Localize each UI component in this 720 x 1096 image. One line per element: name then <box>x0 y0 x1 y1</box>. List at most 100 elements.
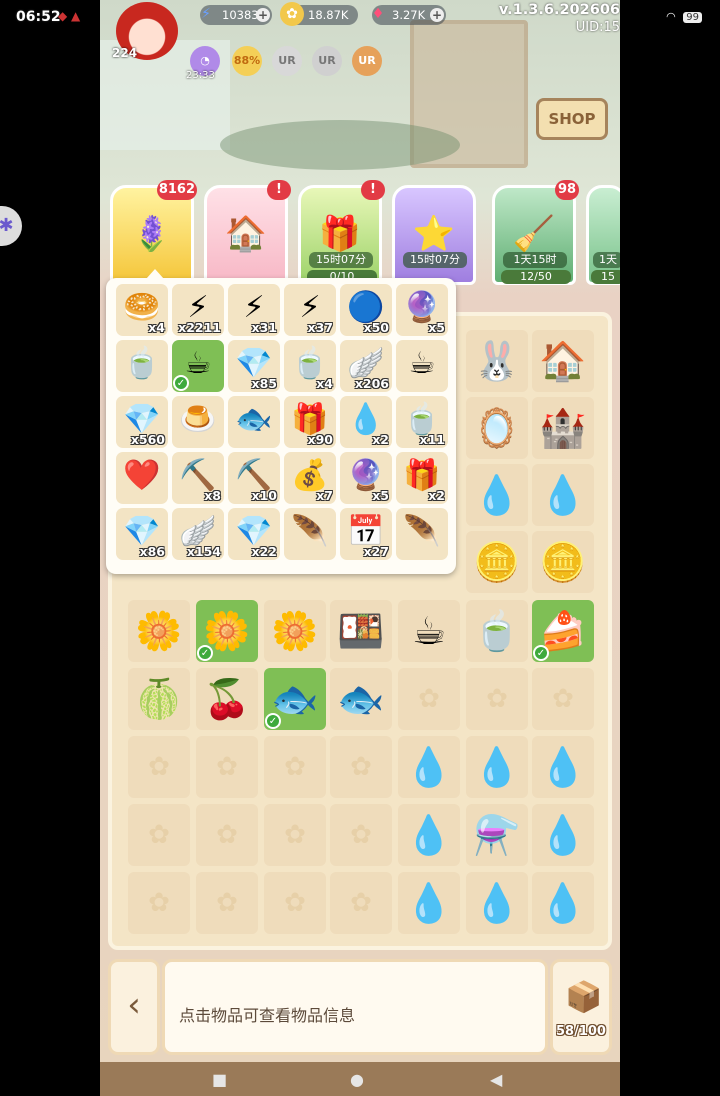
board-cell[interactable]: 🪙 <box>466 531 528 593</box>
storage-item[interactable]: 🎁 x2 <box>396 452 448 504</box>
board-cell[interactable]: 🐟 <box>330 668 392 730</box>
storage-item[interactable]: 🪶 <box>396 508 448 560</box>
board-cell[interactable]: 🍱 <box>330 600 392 662</box>
board-cell[interactable]: ✿ <box>264 872 326 934</box>
board-cell[interactable]: 🏠 <box>532 330 594 392</box>
board-cell[interactable]: 🌼 ✓ <box>196 600 258 662</box>
board-cell[interactable]: ☕ <box>398 600 460 662</box>
storage-item[interactable]: 💧 x2 <box>340 396 392 448</box>
shop-button[interactable]: SHOP <box>536 98 608 140</box>
board-cell[interactable]: 🍈 <box>128 668 190 730</box>
storage-item[interactable]: 📅 x27 <box>340 508 392 560</box>
board-cell[interactable]: 💧 <box>532 464 594 526</box>
flower-placeholder-icon: ✿ <box>216 888 238 918</box>
board-cell[interactable]: 💧 <box>398 804 460 866</box>
board-cell[interactable]: 🏰 <box>532 397 594 459</box>
board-cell[interactable]: 💧 <box>398 736 460 798</box>
back-button[interactable]: ‹ <box>108 959 160 1055</box>
recents-icon[interactable]: ■ <box>212 1070 227 1089</box>
storage-item[interactable]: 🪽 x154 <box>172 508 224 560</box>
ur-medal-icon[interactable]: UR <box>312 46 342 76</box>
board-cell[interactable]: ✿ <box>196 872 258 934</box>
storage-item[interactable]: 💎 x86 <box>116 508 168 560</box>
storage-item[interactable]: 🎁 x90 <box>284 396 336 448</box>
storage-item[interactable]: ☕ <box>396 340 448 392</box>
board-cell[interactable]: 🌼 <box>128 600 190 662</box>
storage-item[interactable]: 🪽 x206 <box>340 340 392 392</box>
board-cell[interactable]: ✿ <box>532 668 594 730</box>
storage-item[interactable]: 🔮 x5 <box>340 452 392 504</box>
board-cell[interactable]: ✿ <box>128 872 190 934</box>
board-cell[interactable]: 🌼 <box>264 600 326 662</box>
board-cell[interactable]: ✿ <box>128 736 190 798</box>
board-cell[interactable]: 🐟 ✓ <box>264 668 326 730</box>
storage-item[interactable]: 🐟 <box>228 396 280 448</box>
home-icon[interactable]: ● <box>350 1070 364 1089</box>
board-cell[interactable]: ✿ <box>264 736 326 798</box>
storage-item[interactable]: 🍵 x11 <box>396 396 448 448</box>
storage-item-count: x2 <box>428 488 445 503</box>
shovel-icon: 🧹 <box>512 214 556 254</box>
storage-item[interactable]: 💎 x22 <box>228 508 280 560</box>
back-icon[interactable]: ◀ <box>490 1070 502 1089</box>
board-cell[interactable]: 💧 <box>532 872 594 934</box>
storage-item[interactable]: 🍵 <box>116 340 168 392</box>
card-badge: 8162 <box>156 180 197 200</box>
storage-item[interactable]: 🍵 x4 <box>284 340 336 392</box>
storage-item[interactable]: ⚡ x37 <box>284 284 336 336</box>
storage-item[interactable]: 🔮 x5 <box>396 284 448 336</box>
board-cell[interactable]: 🐰 <box>466 330 528 392</box>
board-cell[interactable]: ✿ <box>128 804 190 866</box>
board-cell[interactable]: 💧 <box>466 464 528 526</box>
board-cell[interactable]: 💧 <box>532 736 594 798</box>
storage-item[interactable]: ⚡ x31 <box>228 284 280 336</box>
board-cell[interactable]: 🍰 ✓ <box>532 600 594 662</box>
storage-item-count: x85 <box>251 376 277 391</box>
board-cell[interactable]: 🍒 <box>196 668 258 730</box>
system-nav-bar: ■ ● ◀ <box>100 1062 620 1096</box>
board-cell[interactable]: 💧 <box>398 872 460 934</box>
event-card-house[interactable]: 🏠 ! <box>204 180 291 285</box>
storage-item[interactable]: ⛏️ x8 <box>172 452 224 504</box>
event-card-shovel[interactable]: 🧹 98 1天15时 12/50 <box>492 180 579 285</box>
board-cell[interactable]: 💧 <box>466 736 528 798</box>
board-cell[interactable]: ✿ <box>330 736 392 798</box>
board-cell[interactable]: ✿ <box>330 804 392 866</box>
storage-item[interactable]: ⚡ x2211 <box>172 284 224 336</box>
board-cell[interactable]: ✿ <box>330 872 392 934</box>
board-cell[interactable]: 💧 <box>466 872 528 934</box>
board-cell[interactable]: ✿ <box>466 668 528 730</box>
card-badge: ! <box>361 180 385 200</box>
card-progress: 15 <box>591 270 620 284</box>
board-cell[interactable]: ✿ <box>196 736 258 798</box>
event-card-partial[interactable]: 1天 15 <box>586 185 620 285</box>
inventory-button[interactable]: 📦 58/100 <box>550 959 612 1055</box>
storage-item[interactable]: ❤️ <box>116 452 168 504</box>
board-cell[interactable]: 🍵 <box>466 600 528 662</box>
board-cell[interactable]: 🪙 <box>532 531 594 593</box>
storage-item[interactable]: 🪶 <box>284 508 336 560</box>
gift-box-icon: 🎁 <box>318 214 362 254</box>
storage-item[interactable]: ☕ ✓ <box>172 340 224 392</box>
card-timer: 15时07分 <box>403 252 467 268</box>
storage-item[interactable]: 💎 x85 <box>228 340 280 392</box>
storage-item[interactable]: 🍮 <box>172 396 224 448</box>
floating-assist-icon[interactable]: ✱ <box>0 206 22 246</box>
storage-item[interactable]: ⛏️ x10 <box>228 452 280 504</box>
ur-medal-icon[interactable]: UR <box>352 46 382 76</box>
board-cell[interactable]: ✿ <box>196 804 258 866</box>
ur-medal-icon[interactable]: UR <box>272 46 302 76</box>
board-cell[interactable]: 💧 <box>532 804 594 866</box>
storage-item[interactable]: 💎 x560 <box>116 396 168 448</box>
event-card-gift[interactable]: 🎁 ! 15时07分 0/10 <box>298 180 385 285</box>
flower-placeholder-icon: ✿ <box>284 820 306 850</box>
board-cell[interactable]: ⚗️ <box>466 804 528 866</box>
event-card-star-jar[interactable]: ⭐ 15时07分 <box>392 185 476 285</box>
board-cell[interactable]: ✿ <box>398 668 460 730</box>
storage-item[interactable]: 🔵 x50 <box>340 284 392 336</box>
storage-item[interactable]: 🥯 x4 <box>116 284 168 336</box>
board-cell[interactable]: 🪞 <box>466 397 528 459</box>
bonus-percent-badge[interactable]: 88% <box>232 46 262 76</box>
board-cell[interactable]: ✿ <box>264 804 326 866</box>
storage-item[interactable]: 💰 x7 <box>284 452 336 504</box>
